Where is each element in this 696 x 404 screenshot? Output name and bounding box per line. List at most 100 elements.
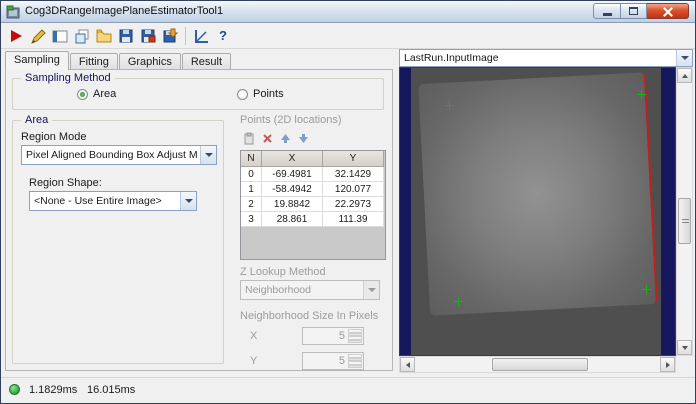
cell[interactable]: 3	[241, 212, 262, 227]
horizontal-scrollbar[interactable]	[399, 356, 676, 373]
y-spin-up-button[interactable]	[348, 354, 362, 361]
scroll-up-button[interactable]	[677, 68, 692, 83]
tab-fitting[interactable]: Fitting	[69, 53, 118, 70]
column-header-n[interactable]: N	[241, 151, 262, 167]
close-icon	[663, 7, 672, 16]
scroll-down-button[interactable]	[677, 340, 692, 355]
tab-result[interactable]: Result	[181, 53, 232, 70]
points-radio[interactable]: Points	[237, 88, 284, 100]
image-selector-dropdown-button[interactable]	[676, 50, 692, 66]
area-radio-label: Area	[93, 88, 117, 100]
tab-strip: Sampling Fitting Graphics Result	[5, 51, 232, 70]
points-section-title: Points (2D locations)	[240, 114, 342, 126]
y-size-stepper[interactable]: 5	[302, 352, 364, 370]
spin-up-icon	[349, 331, 361, 334]
region-shape-value: <None - Use Entire Image>	[34, 195, 162, 207]
scroll-right-button[interactable]	[660, 357, 675, 372]
move-up-button[interactable]	[276, 129, 294, 147]
status-time-2: 16.015ms	[87, 384, 136, 396]
corner-marker-icon	[454, 297, 463, 306]
close-button[interactable]	[647, 3, 689, 19]
chevron-down-icon	[184, 199, 193, 203]
region-shape-combobox[interactable]: <None - Use Entire Image>	[29, 191, 197, 211]
image-border-left	[400, 68, 411, 355]
points-table[interactable]: N X Y 0 -69.4981 32.1429 1 -58.4942 120.…	[240, 150, 386, 260]
horizontal-scrollbar-thumb[interactable]	[492, 358, 588, 371]
add-point-button[interactable]	[240, 129, 258, 147]
region-shape-dropdown-button[interactable]	[180, 192, 196, 210]
image-selector-value: LastRun.InputImage	[404, 52, 499, 64]
chevron-down-icon	[367, 288, 376, 292]
measure-icon	[195, 29, 208, 43]
chevron-down-icon	[204, 153, 213, 157]
cell[interactable]: -58.4942	[262, 182, 323, 197]
sampling-tab-page: Sampling Method Area Points Area Region …	[5, 69, 393, 371]
windows-button[interactable]	[71, 25, 93, 47]
corner-marker-icon	[445, 101, 454, 110]
save-button[interactable]	[115, 25, 137, 47]
maximize-button[interactable]	[621, 3, 647, 19]
measure-button[interactable]	[190, 25, 212, 47]
arrow-up-icon	[681, 73, 688, 78]
save-import-icon	[163, 28, 178, 42]
tab-graphics[interactable]: Graphics	[118, 53, 181, 70]
y-label: Y	[250, 355, 258, 367]
tool-display-button[interactable]	[49, 25, 71, 47]
column-header-x[interactable]: X	[262, 151, 323, 167]
help-button[interactable]: ?	[212, 25, 234, 47]
scroll-left-button[interactable]	[400, 357, 415, 372]
table-row[interactable]: 1 -58.4942 120.077	[241, 182, 385, 197]
spin-down-icon	[349, 338, 361, 341]
image-selector-combobox[interactable]: LastRun.InputImage	[399, 49, 693, 67]
table-row[interactable]: 0 -69.4981 32.1429	[241, 167, 385, 182]
table-row[interactable]: 3 28.861 111.39	[241, 212, 385, 227]
save-result-button[interactable]	[137, 25, 159, 47]
corner-marker-icon	[637, 90, 646, 99]
title-bar: Cog3DRangeImagePlaneEstimatorTool1	[1, 1, 695, 23]
cell[interactable]: 28.861	[262, 212, 323, 227]
run-button[interactable]	[5, 25, 27, 47]
tab-sampling[interactable]: Sampling	[5, 51, 69, 70]
table-row[interactable]: 2 19.8842 22.2973	[241, 197, 385, 212]
arrow-down-icon	[681, 345, 688, 350]
x-spin-up-button[interactable]	[348, 329, 362, 336]
cell[interactable]: 1	[241, 182, 262, 197]
z-lookup-label: Z Lookup Method	[240, 266, 326, 278]
edit-button[interactable]	[27, 25, 49, 47]
z-lookup-dropdown-button[interactable]	[363, 281, 379, 299]
minimize-button[interactable]	[593, 3, 621, 19]
save-import-button[interactable]	[159, 25, 181, 47]
cell[interactable]: 111.39	[323, 212, 384, 227]
delete-point-icon	[262, 133, 272, 143]
region-mode-dropdown-button[interactable]	[200, 146, 216, 164]
image-viewport[interactable]	[399, 67, 676, 356]
region-mode-combobox[interactable]: Pixel Aligned Bounding Box Adjust Mask	[21, 145, 217, 165]
x-size-value: 5	[338, 330, 345, 342]
cell[interactable]: 22.2973	[323, 197, 384, 212]
maximize-icon	[629, 7, 638, 15]
run-icon	[10, 29, 22, 42]
help-icon: ?	[219, 28, 227, 43]
z-lookup-combobox[interactable]: Neighborhood	[240, 280, 380, 300]
vertical-scrollbar[interactable]	[676, 67, 693, 356]
move-down-button[interactable]	[294, 129, 312, 147]
z-lookup-value: Neighborhood	[245, 284, 311, 296]
cell[interactable]: -69.4981	[262, 167, 323, 182]
cell[interactable]: 120.077	[323, 182, 384, 197]
cell[interactable]: 2	[241, 197, 262, 212]
x-spin-down-button[interactable]	[348, 336, 362, 343]
open-button[interactable]	[93, 25, 115, 47]
cell[interactable]: 32.1429	[323, 167, 384, 182]
column-header-y[interactable]: Y	[323, 151, 384, 167]
cell[interactable]: 19.8842	[262, 197, 323, 212]
cell[interactable]: 0	[241, 167, 262, 182]
delete-point-button[interactable]	[258, 129, 276, 147]
vertical-scrollbar-thumb[interactable]	[678, 198, 691, 244]
image-border-right	[661, 68, 675, 355]
area-radio[interactable]: Area	[77, 88, 116, 100]
x-size-stepper[interactable]: 5	[302, 327, 364, 345]
region-mode-label: Region Mode	[21, 131, 87, 143]
y-spin-down-button[interactable]	[348, 361, 362, 368]
move-down-icon	[298, 133, 308, 143]
save-result-icon	[141, 29, 156, 42]
